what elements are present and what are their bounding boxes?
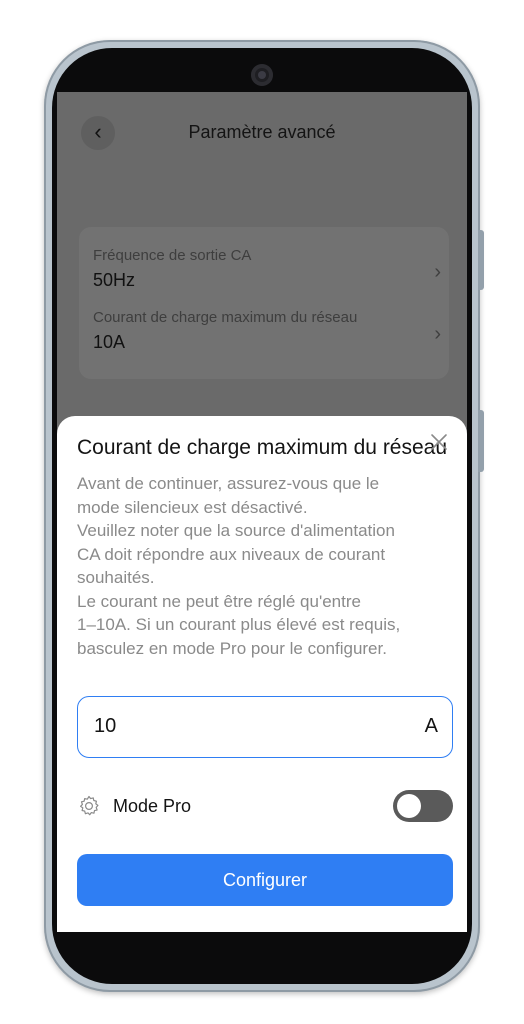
screen: ‹ Paramètre avancé Fréquence de sortie C… xyxy=(57,92,467,932)
settings-card: Fréquence de sortie CA 50Hz › Courant de… xyxy=(79,227,449,379)
chevron-right-icon: › xyxy=(434,323,441,345)
close-icon xyxy=(431,434,447,450)
current-unit: A xyxy=(424,715,438,737)
setting-label: Courant de charge maximum du réseau xyxy=(93,309,358,326)
pro-mode-toggle[interactable] xyxy=(393,790,453,822)
pro-mode-label: Mode Pro xyxy=(113,796,192,816)
sheet-title: Courant de charge maximum du réseau xyxy=(77,436,448,459)
setting-value: 50Hz xyxy=(93,270,136,290)
configure-button[interactable]: Configurer xyxy=(77,854,453,906)
front-camera xyxy=(251,64,273,86)
setting-max-charge-current[interactable]: Courant de charge maximum du réseau 10A … xyxy=(93,309,441,369)
close-button[interactable] xyxy=(429,432,451,454)
power-button xyxy=(478,410,484,472)
current-input[interactable]: 10 A xyxy=(77,696,453,758)
bottom-sheet: Courant de charge maximum du réseau Avan… xyxy=(57,416,467,932)
phone-bezel: ‹ Paramètre avancé Fréquence de sortie C… xyxy=(52,48,472,984)
page-title: Paramètre avancé xyxy=(188,122,336,142)
pro-mode-row: Mode Pro xyxy=(77,788,453,824)
gear-icon xyxy=(80,795,99,816)
volume-button xyxy=(478,230,484,290)
current-value[interactable]: 10 xyxy=(94,715,116,738)
toggle-knob xyxy=(397,794,421,818)
chevron-right-icon: › xyxy=(434,261,441,283)
setting-label: Fréquence de sortie CA xyxy=(93,247,252,264)
setting-value: 10A xyxy=(93,332,126,352)
setting-ac-frequency[interactable]: Fréquence de sortie CA 50Hz › xyxy=(93,247,441,307)
sheet-description: Avant de continuer, assurez-vous que le … xyxy=(77,474,401,658)
header: ‹ Paramètre avancé xyxy=(57,92,467,174)
